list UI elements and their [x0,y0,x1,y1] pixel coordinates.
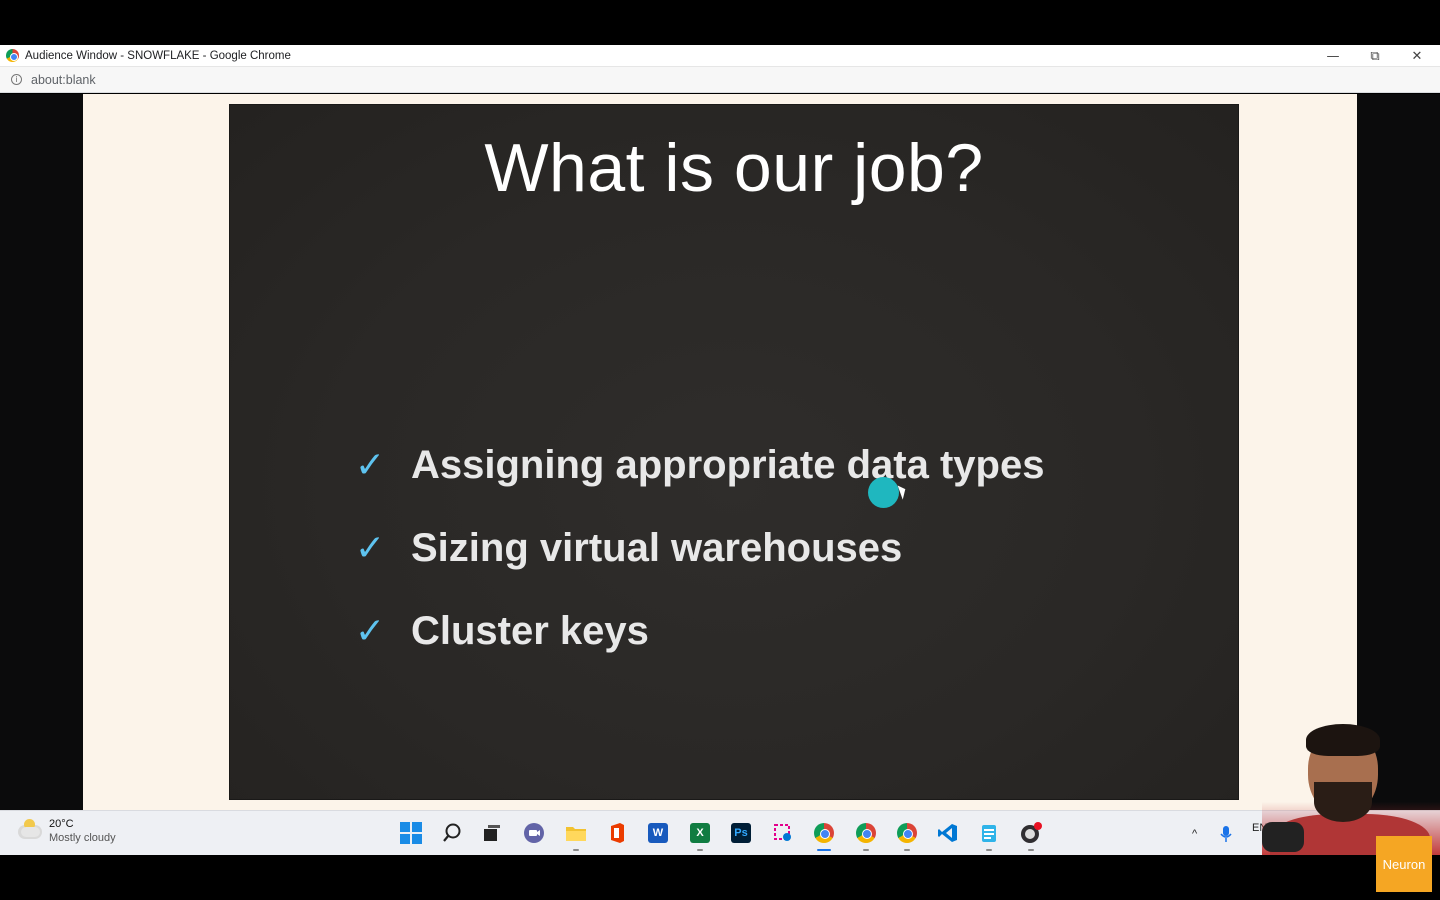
photoshop-icon: Ps [731,823,751,843]
word-button[interactable]: W [647,822,669,844]
snipping-tool-button[interactable] [772,822,794,844]
office-button[interactable] [606,822,628,844]
chrome-icon [856,823,876,843]
windows-logo-icon [400,822,422,844]
checkmark-icon: ✓ [355,611,386,652]
microphone-icon [1220,825,1232,842]
chat-icon [524,823,544,843]
partly-cloudy-icon [18,818,42,839]
laser-pointer [868,477,899,508]
chrome-button-2[interactable] [855,822,877,851]
chrome-button-3[interactable] [896,822,918,851]
maximize-button[interactable]: ⧉ [1354,45,1396,67]
obs-icon [1021,822,1042,843]
chrome-icon [6,49,19,62]
taskbar: 20°C Mostly cloudy W X Ps ^ [0,810,1440,855]
chat-button[interactable] [523,822,545,844]
slide-title: What is our job? [484,130,984,206]
slide-bullet: ✓ Cluster keys [355,609,649,654]
bullet-text: Sizing virtual warehouses [411,526,903,570]
screen: Audience Window - SNOWFLAKE - Google Chr… [0,0,1440,900]
slide-bullet: ✓ Assigning appropriate data types [355,443,1044,488]
brand-logo: Neuron [1376,836,1432,892]
address-bar[interactable]: i about:blank [0,67,1440,93]
notepad-button[interactable] [978,822,1000,851]
folder-icon [566,827,586,841]
minimize-button[interactable]: — [1312,45,1354,67]
chrome-icon [897,823,917,843]
bullet-text: Cluster keys [411,609,649,653]
vscode-icon [938,824,957,842]
weather-widget[interactable]: 20°C Mostly cloudy [18,818,116,845]
task-view-button[interactable] [481,822,503,844]
office-icon [611,823,624,843]
notepad-icon [982,825,996,842]
weather-desc: Mostly cloudy [49,832,116,844]
tray-overflow-button[interactable]: ^ [1192,811,1197,856]
start-button[interactable] [400,822,422,844]
address-url[interactable]: about:blank [31,73,96,87]
weather-temp: 20°C [49,818,74,830]
slide-bullet: ✓ Sizing virtual warehouses [355,526,902,571]
excel-button[interactable]: X [689,822,711,851]
obs-button[interactable] [1020,822,1042,851]
window-title: Audience Window - SNOWFLAKE - Google Chr… [25,49,291,62]
vscode-button[interactable] [937,822,959,844]
photoshop-button[interactable]: Ps [730,822,752,844]
task-view-icon [484,825,500,841]
close-button[interactable]: ✕ [1396,45,1438,67]
checkmark-icon: ✓ [355,445,386,486]
presentation-slide: What is our job? ✓ Assigning appropriate… [229,104,1239,800]
file-explorer-button[interactable] [565,822,587,851]
chrome-button-1[interactable] [813,822,835,851]
microphone-prop [1262,822,1304,852]
snipping-icon [774,824,791,841]
chrome-icon [814,823,834,843]
bullet-text: Assigning appropriate data types [411,443,1045,487]
info-icon[interactable]: i [11,74,22,85]
search-button[interactable] [441,822,463,844]
excel-icon: X [690,823,710,843]
microphone-button[interactable] [1220,811,1232,856]
word-icon: W [648,823,668,843]
search-icon [443,823,461,842]
window-titlebar[interactable]: Audience Window - SNOWFLAKE - Google Chr… [0,45,1440,67]
checkmark-icon: ✓ [355,528,386,569]
